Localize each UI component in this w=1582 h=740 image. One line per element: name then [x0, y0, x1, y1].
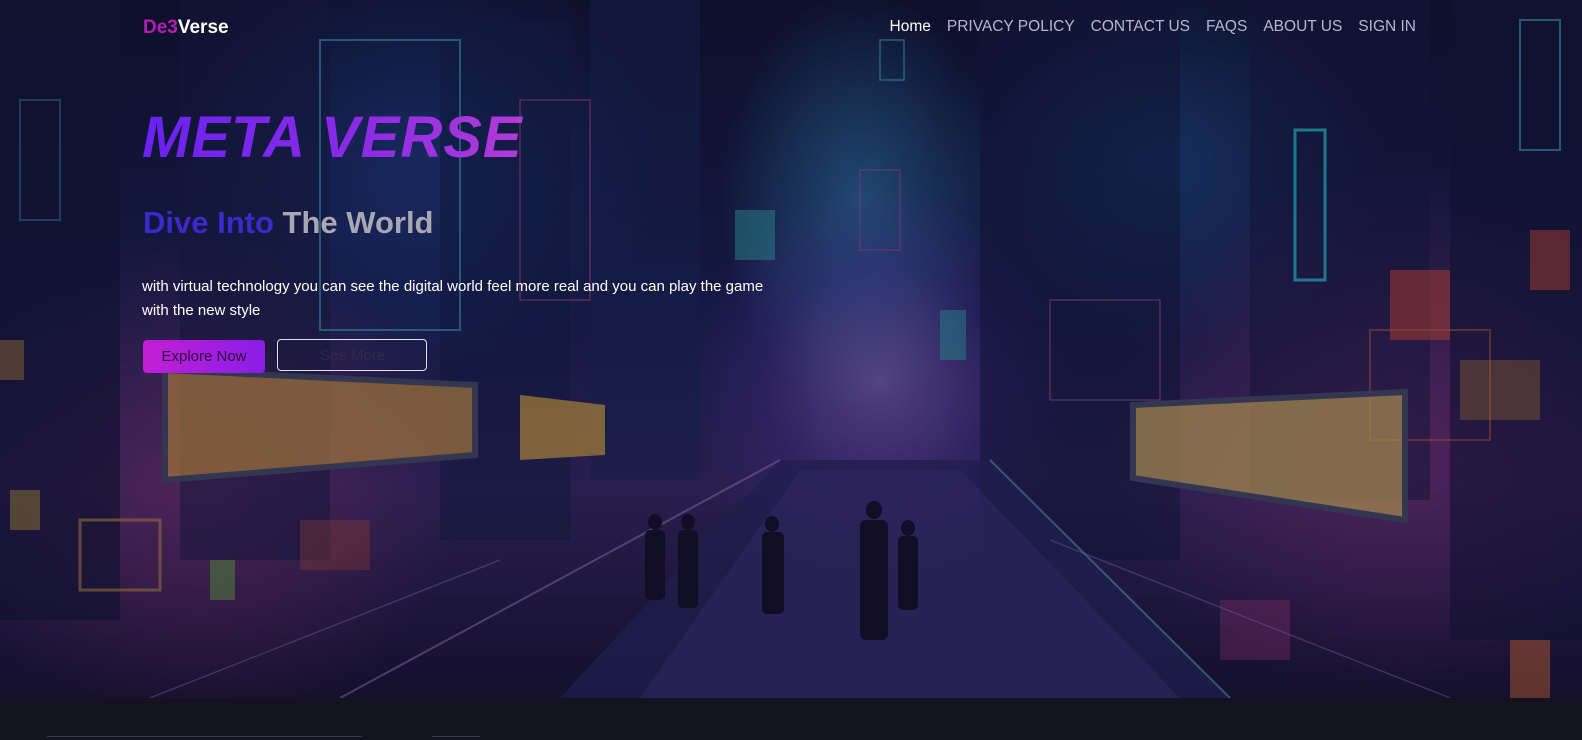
hero-subtitle-highlight: Dive Into [143, 205, 283, 240]
hero-subtitle: Dive Into The World [143, 205, 434, 241]
play-icon [292, 344, 314, 366]
footer-divider-left [47, 736, 362, 737]
see-more-label: See More [320, 346, 386, 364]
nav-about-us[interactable]: ABOUT US [1263, 18, 1342, 36]
hero-description: with virtual technology you can see the … [142, 278, 764, 319]
nav-privacy-policy[interactable]: PRIVACY POLICY [947, 18, 1075, 36]
see-more-button[interactable]: See More [277, 339, 427, 371]
hero-subtitle-rest: The World [282, 205, 434, 240]
nav-sign-in[interactable]: SIGN IN [1358, 18, 1416, 36]
brand-logo-part2: Verse [177, 17, 229, 38]
nav-contact-us[interactable]: CONTACT US [1091, 18, 1190, 36]
nav-faqs[interactable]: FAQS [1206, 18, 1247, 36]
brand-logo[interactable]: De3Verse [143, 17, 229, 39]
brand-logo-part1: De3 [143, 17, 178, 38]
footer-band [0, 698, 1582, 740]
footer-divider-short [432, 736, 480, 737]
explore-now-button[interactable]: Explore Now [143, 340, 265, 373]
main-nav: Home PRIVACY POLICY CONTACT US FAQS ABOU… [890, 18, 1416, 36]
hero-title: META VERSE [142, 105, 523, 170]
nav-home[interactable]: Home [890, 18, 931, 36]
